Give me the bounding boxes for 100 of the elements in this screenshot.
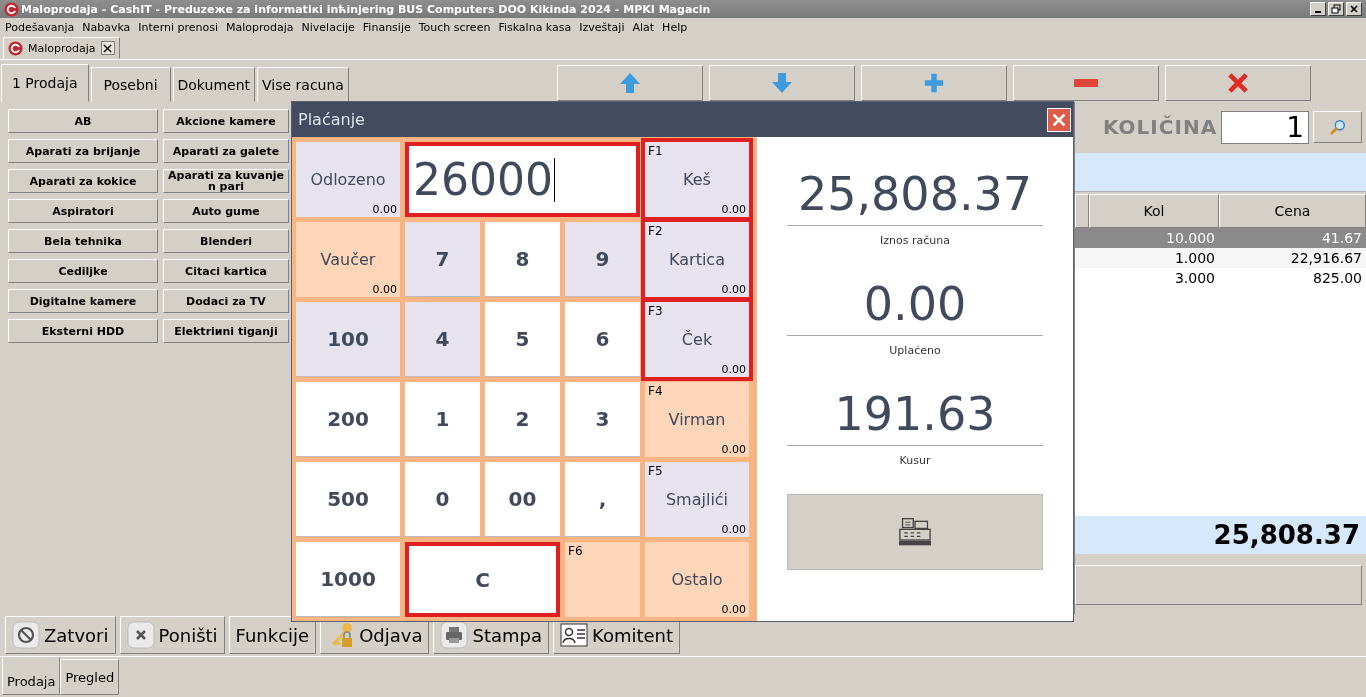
plus-icon <box>923 72 945 94</box>
add-button[interactable] <box>861 65 1007 101</box>
keypad-key[interactable]: 7 <box>405 222 480 297</box>
category-button[interactable]: Blenderi <box>163 229 289 253</box>
keypad-key[interactable]: 3 <box>565 382 640 457</box>
tab[interactable]: Pregled <box>60 659 120 695</box>
summary-value: 0.00 <box>787 277 1043 336</box>
table-cell-text: 825.00 <box>1312 270 1363 286</box>
category-button[interactable]: Aparati za galete <box>163 139 289 163</box>
keypad-key[interactable]: 9 <box>565 222 640 297</box>
payment-tile[interactable]: Ostalo 0.00 <box>645 542 749 617</box>
app-logo-icon <box>4 1 19 17</box>
window-title: Maloprodaja - CashIT - Preduzeжe za informatiкi inћinjering BUS Computers DOO Kikinda 2024 - MPKI Magacin <box>21 2 712 16</box>
payment-tile[interactable]: Vaučer 0.00 <box>296 222 400 297</box>
category-button[interactable]: Eksterni HDD <box>8 319 158 343</box>
category-button[interactable]: Dodaci za TV <box>163 289 289 313</box>
up-arrow-icon <box>618 71 642 95</box>
payment-tile[interactable]: F6 <box>565 542 640 617</box>
restore-button[interactable] <box>1328 2 1344 16</box>
cash-register-button[interactable] <box>787 494 1043 570</box>
app-logo-icon <box>8 40 23 56</box>
close-button[interactable] <box>1346 2 1362 16</box>
menu-item[interactable]: Izveštaji <box>579 21 625 34</box>
summary-caption: Uplaćeno <box>889 344 941 357</box>
move-up-button[interactable] <box>557 65 703 101</box>
payment-tile[interactable]: Odlozeno 0.00 <box>296 142 400 217</box>
payment-tile[interactable]: F4 Virman 0.00 <box>645 382 749 457</box>
plain-button[interactable]: Funkcije <box>228 616 317 654</box>
minimize-button[interactable] <box>1310 2 1326 16</box>
remove-button[interactable] <box>1013 65 1159 101</box>
keypad-key[interactable]: 00 <box>485 462 560 537</box>
tab[interactable]: Posebni <box>90 67 171 102</box>
document-tab[interactable]: Maloprodaja <box>3 37 120 59</box>
category-button[interactable]: Auto gume <box>163 199 289 223</box>
menu-item[interactable]: Finansije <box>362 21 411 34</box>
minus-icon <box>1074 79 1098 87</box>
category-button[interactable]: Aspiratori <box>8 199 158 223</box>
restore-icon <box>1331 4 1341 14</box>
category-button[interactable]: Bela tehnika <box>8 229 158 253</box>
category-button[interactable]: Digitalne kamere <box>8 289 158 313</box>
keypad-key[interactable]: 200 <box>296 382 400 457</box>
cancel-button[interactable]: Poništi <box>119 616 225 654</box>
tab[interactable]: Prodaja <box>2 657 61 695</box>
keypad-key[interactable]: 8 <box>485 222 560 297</box>
close-icon <box>1349 4 1359 14</box>
keypad-key[interactable]: 0 <box>405 462 480 537</box>
category-button[interactable]: AB <box>8 109 158 133</box>
keypad-key[interactable]: 500 <box>296 462 400 537</box>
keypad-key[interactable]: 5 <box>485 302 560 377</box>
keypad-key[interactable]: 1 <box>405 382 480 457</box>
table-cell-text: 1.000 <box>1173 250 1216 266</box>
tab[interactable]: Vise racuna <box>257 67 349 102</box>
menu-item[interactable]: Help <box>662 21 688 34</box>
category-button[interactable]: Cediljke <box>8 259 158 283</box>
table-row[interactable]: 1.000 22,916.67 <box>1075 248 1366 268</box>
column-header[interactable] <box>1075 194 1089 228</box>
prohibited-icon <box>12 621 40 649</box>
menu-item[interactable]: Fiskalna kasa <box>498 21 572 34</box>
table-cell-text: 10.000 <box>1165 230 1216 246</box>
menu-item[interactable]: Interni prenosi <box>138 21 218 34</box>
tab[interactable]: Dokument <box>172 67 256 102</box>
category-button[interactable]: Aparati za brijanje <box>8 139 158 163</box>
column-header[interactable]: Cena <box>1219 194 1366 228</box>
close-icon <box>103 43 113 53</box>
table-cell-text: 22,916.67 <box>1289 250 1363 266</box>
dialog-title: Plaćanje <box>298 110 365 129</box>
keypad-key[interactable]: 100 <box>296 302 400 377</box>
amount-field[interactable]: 26000 <box>405 142 640 217</box>
move-down-button[interactable] <box>709 65 855 101</box>
keypad-key[interactable]: 4 <box>405 302 480 377</box>
clear-key[interactable]: C <box>405 542 560 617</box>
close-tab-button[interactable] <box>100 41 115 55</box>
delete-button[interactable] <box>1165 65 1311 101</box>
category-button[interactable]: Akcione kamere <box>163 109 289 133</box>
category-button[interactable]: Aparati za kuvanje n pari <box>163 169 289 193</box>
keypad-key[interactable]: 1000 <box>296 542 400 617</box>
quantity-label: KOLIČINA <box>1103 115 1218 139</box>
menu-item[interactable]: Alat <box>632 21 655 34</box>
payment-tile[interactable]: F5 Smajlići 0.00 <box>645 462 749 537</box>
menu-item[interactable]: Maloprodaja <box>226 21 294 34</box>
tab[interactable]: 1 Prodaja <box>1 64 89 102</box>
search-button[interactable] <box>1313 111 1362 143</box>
menu-item[interactable]: Nabavka <box>82 21 131 34</box>
close-button[interactable] <box>1047 107 1071 132</box>
cash-register-icon <box>897 516 933 548</box>
table-cell-text: 3.000 <box>1173 270 1216 286</box>
menu-item[interactable]: Nivelacije <box>301 21 355 34</box>
keypad-key[interactable]: , <box>565 462 640 537</box>
category-button[interactable]: Citaci kartica <box>163 259 289 283</box>
category-button[interactable]: Elektriиni tiganji <box>163 319 289 343</box>
down-arrow-icon <box>770 71 794 95</box>
close-button[interactable]: Zatvori <box>5 616 116 654</box>
menu-item[interactable]: Touch screen <box>418 21 491 34</box>
quantity-field[interactable]: 1 <box>1221 110 1310 144</box>
keypad-key[interactable]: 2 <box>485 382 560 457</box>
category-button[interactable]: Aparati za kokice <box>8 169 158 193</box>
menu-item[interactable]: Podešavanja <box>5 21 75 34</box>
keypad-key[interactable]: 6 <box>565 302 640 377</box>
summary-caption: Kusur <box>899 454 931 467</box>
column-header[interactable]: Kol <box>1089 194 1219 228</box>
